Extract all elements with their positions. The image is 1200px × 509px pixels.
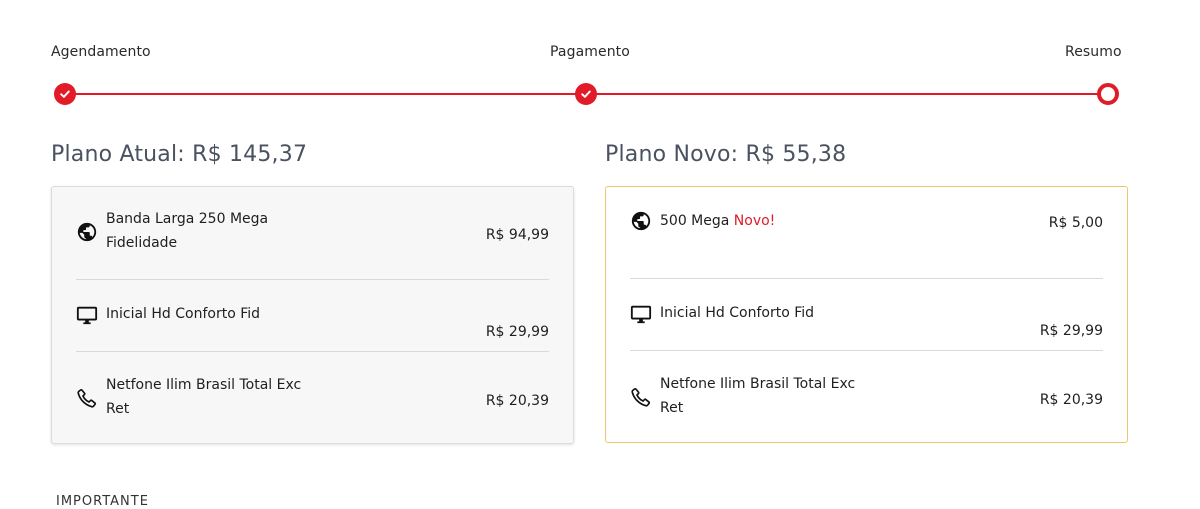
service-name: Banda Larga 250 Mega Fidelidade (106, 207, 336, 255)
service-name: 500 Mega Novo! (660, 209, 890, 233)
divider (630, 278, 1103, 279)
step-label-agendamento: Agendamento (51, 44, 151, 60)
service-name-line2: Fidelidade (106, 235, 178, 251)
new-badge: Novo! (733, 213, 776, 229)
current-plan-card: Banda Larga 250 Mega Fidelidade R$ 94,99… (51, 186, 574, 444)
globe-icon (76, 221, 98, 243)
monitor-icon (76, 304, 98, 326)
service-name: Netfone Ilim Brasil Total Exc Ret (660, 372, 890, 420)
step-label-resumo: Resumo (1065, 44, 1122, 60)
current-plan-title: Plano Atual: R$ 145,37 (51, 142, 308, 167)
service-price: R$ 20,39 (485, 393, 549, 409)
service-name-line1: 500 Mega (660, 213, 730, 229)
service-price: R$ 94,99 (485, 227, 549, 243)
step-done-check-icon (54, 83, 76, 105)
service-name-line1: Netfone Ilim Brasil Total Exc (660, 376, 856, 392)
divider (76, 351, 549, 352)
service-name-line2: Ret (106, 401, 130, 417)
divider (630, 350, 1103, 351)
step-current-ring-icon (1097, 83, 1119, 105)
step-done-check-icon (575, 83, 597, 105)
phone-icon (630, 386, 652, 408)
service-price: R$ 29,99 (1039, 323, 1103, 339)
divider (76, 279, 549, 280)
service-name-line1: Banda Larga 250 Mega (106, 211, 269, 227)
service-name-line2: Ret (660, 400, 684, 416)
new-plan-card: 500 Mega Novo! R$ 5,00 Inicial Hd Confor… (605, 186, 1128, 443)
phone-icon (76, 387, 98, 409)
progress-stepper: Agendamento Pagamento Resumo (0, 0, 1200, 120)
step-label-pagamento: Pagamento (550, 44, 630, 60)
service-name: Inicial Hd Conforto Fid (106, 306, 261, 322)
service-price: R$ 5,00 (1048, 215, 1103, 231)
new-plan-title: Plano Novo: R$ 55,38 (605, 142, 847, 167)
service-name: Netfone Ilim Brasil Total Exc Ret (106, 373, 336, 421)
globe-icon (630, 210, 652, 232)
service-name-line1: Netfone Ilim Brasil Total Exc (106, 377, 302, 393)
service-price: R$ 20,39 (1039, 392, 1103, 408)
monitor-icon (630, 303, 652, 325)
service-price: R$ 29,99 (485, 324, 549, 340)
list-item: Banda Larga 250 Mega Fidelidade R$ 94,99 (76, 207, 549, 257)
service-name: Inicial Hd Conforto Fid (660, 305, 815, 321)
